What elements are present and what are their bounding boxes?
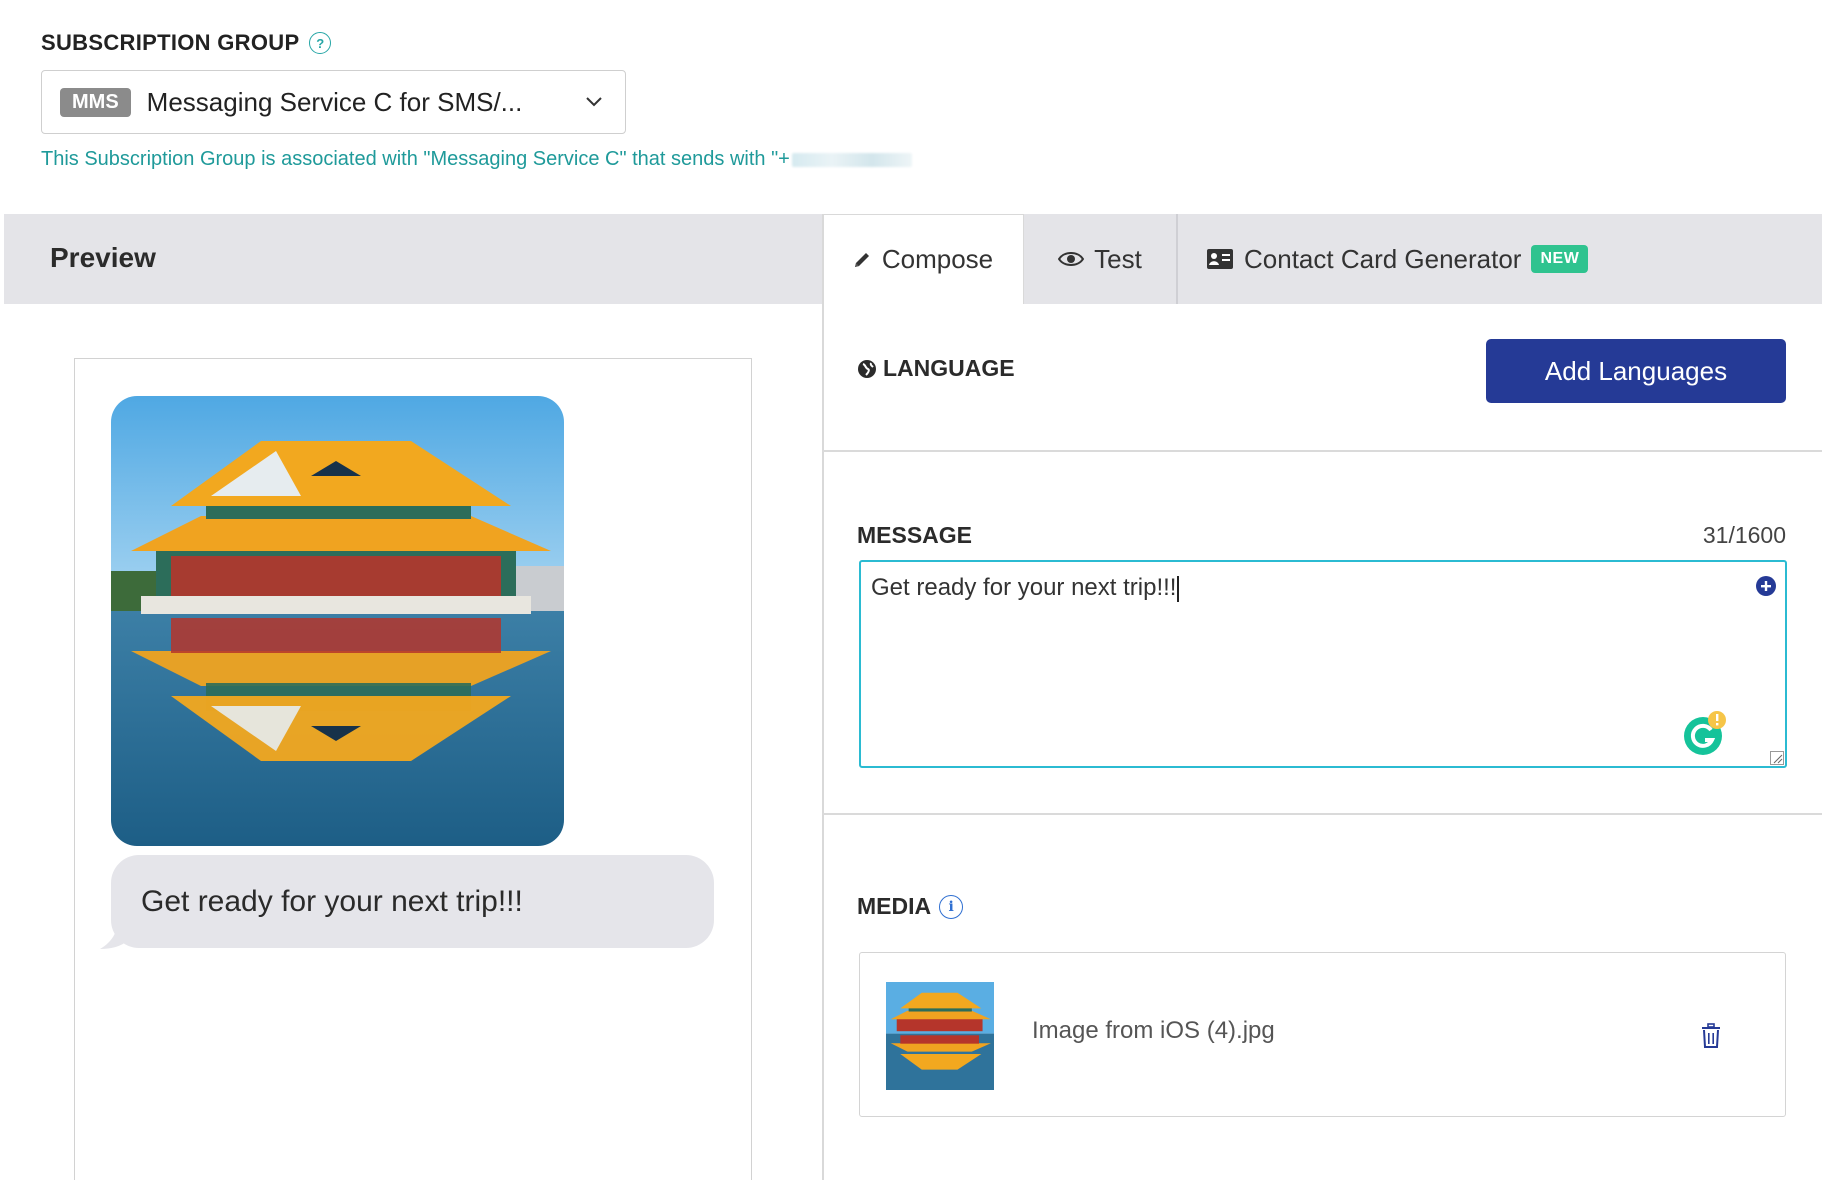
tab-contact-label: Contact Card Generator xyxy=(1244,243,1522,274)
text-caret xyxy=(1177,575,1179,602)
message-bubble: Get ready for your next trip!!! xyxy=(111,855,714,948)
panel-divider xyxy=(822,214,824,1180)
tab-test[interactable]: Test xyxy=(1024,214,1178,304)
mms-badge: MMS xyxy=(60,87,131,117)
preview-title: Preview xyxy=(50,242,156,273)
subscription-group-title: SUBSCRIPTION GROUP xyxy=(41,30,300,55)
tab-contact-card-generator[interactable]: Contact Card Generator NEW xyxy=(1178,214,1608,304)
pencil-icon xyxy=(854,252,869,267)
info-icon[interactable]: i xyxy=(939,894,964,919)
bubble-text: Get ready for your next trip!!! xyxy=(141,884,523,918)
tab-test-label: Test xyxy=(1094,243,1142,274)
eye-icon xyxy=(1058,252,1085,266)
character-count: 31/1600 xyxy=(1702,522,1786,548)
media-thumbnail xyxy=(886,982,994,1090)
help-icon[interactable]: ? xyxy=(309,32,332,54)
subscription-group-label: SUBSCRIPTION GROUP ? xyxy=(41,30,332,56)
trash-icon[interactable] xyxy=(1699,1023,1723,1049)
media-label: MEDIA i xyxy=(857,893,964,920)
chevron-down-icon[interactable] xyxy=(581,89,607,115)
globe-icon xyxy=(858,359,876,378)
resize-handle-icon[interactable] xyxy=(1770,751,1784,765)
page: SUBSCRIPTION GROUP ? MMS Messaging Servi… xyxy=(0,0,1822,1180)
message-label: MESSAGE xyxy=(857,522,973,548)
subscription-note-text: This Subscription Group is associated wi… xyxy=(41,148,790,170)
language-label: LANGUAGE xyxy=(857,355,1015,382)
subscription-group-note: This Subscription Group is associated wi… xyxy=(41,148,912,171)
grammarly-icon[interactable] xyxy=(1681,710,1729,758)
language-label-text: LANGUAGE xyxy=(883,355,1015,381)
section-divider-language xyxy=(822,450,1822,452)
subscription-group-select[interactable]: MMS Messaging Service C for SMS/... xyxy=(41,70,626,134)
redacted-phone-number xyxy=(791,152,912,167)
message-value: Get ready for your next trip!!! xyxy=(871,574,1177,601)
plus-circle-icon[interactable] xyxy=(1755,575,1777,597)
media-item: Image from iOS (4).jpg xyxy=(859,952,1786,1117)
subscription-group-value: Messaging Service C for SMS/... xyxy=(146,86,523,117)
media-filename: Image from iOS (4).jpg xyxy=(1032,1017,1275,1044)
message-text: Get ready for your next trip!!! xyxy=(871,574,1179,602)
add-languages-button[interactable]: Add Languages xyxy=(1486,339,1786,403)
media-label-text: MEDIA xyxy=(857,893,932,919)
message-textarea[interactable]: Get ready for your next trip!!! xyxy=(859,560,1787,768)
contact-card-icon xyxy=(1207,249,1233,269)
section-divider-message xyxy=(822,813,1822,815)
new-badge: NEW xyxy=(1531,245,1589,273)
mms-preview-image xyxy=(111,396,564,846)
tab-compose[interactable]: Compose xyxy=(822,214,1024,304)
tab-compose-label: Compose xyxy=(881,244,994,274)
